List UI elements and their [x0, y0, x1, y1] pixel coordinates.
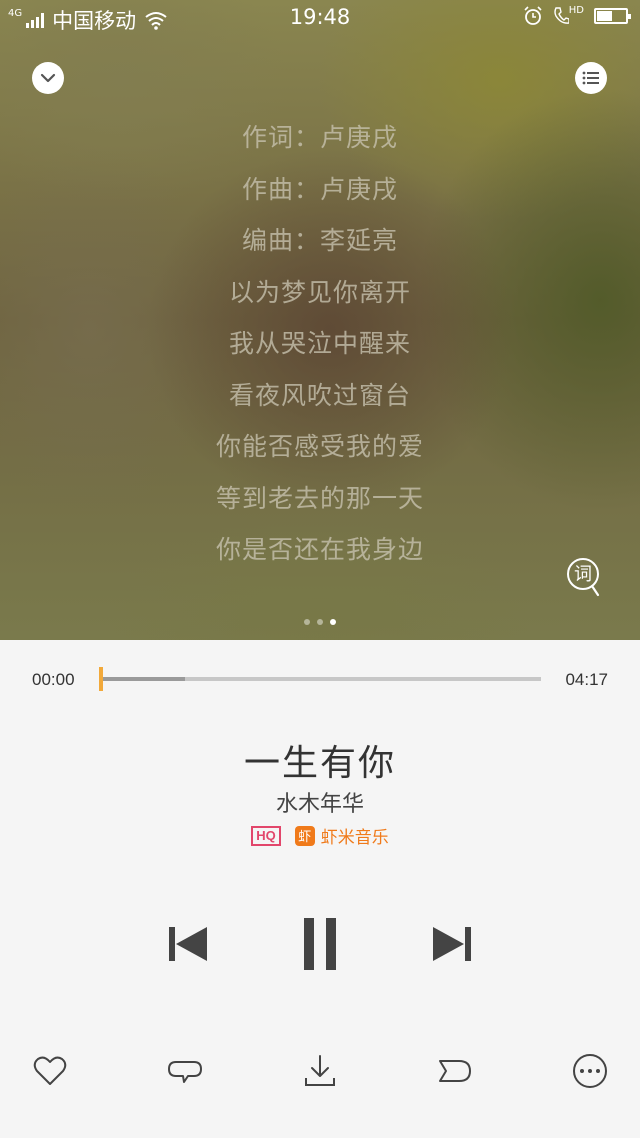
source-name: 虾米音乐 [320, 828, 389, 848]
skip-previous-icon [169, 927, 207, 961]
lyric-mode-label: 词 [574, 564, 592, 585]
album-art-background: 4G 中国移动 19:48 HD 作词：卢庚戌 作曲：卢庚戌 编曲：李延亮 以为… [0, 0, 640, 640]
total-time: 04:17 [565, 670, 608, 689]
skip-next-icon [433, 927, 471, 961]
share-button[interactable] [435, 1051, 475, 1091]
xiami-logo-icon: 虾 [294, 825, 315, 846]
download-button[interactable] [300, 1051, 340, 1091]
battery-level [597, 11, 612, 21]
battery-icon [594, 8, 631, 24]
status-bar: 4G 中国移动 19:48 HD [0, 0, 640, 36]
download-icon [305, 1055, 335, 1086]
lyric-line: 作曲：卢庚戌 [241, 174, 398, 204]
lyric-line: 作词：卢庚戌 [241, 123, 398, 152]
hd-label: HD [568, 5, 584, 16]
hd-call-icon: HD [553, 6, 584, 26]
lyric-line: 你是否还在我身边 [215, 535, 424, 564]
status-right: HD [523, 6, 631, 26]
pause-icon [304, 918, 336, 970]
song-title: 一生有你 [243, 743, 396, 784]
player-panel: 00:00 04:17 一生有你 水木年华 HQ 虾 虾米音乐 [0, 640, 640, 1138]
more-button[interactable] [570, 1051, 610, 1091]
page-dot [317, 619, 323, 625]
chevron-down-icon [40, 73, 56, 83]
lyric-line: 你能否感受我的爱 [215, 432, 424, 461]
page-dot [304, 619, 310, 625]
more-icon [573, 1054, 607, 1088]
collapse-button[interactable] [32, 62, 64, 94]
lyric-line: 等到老去的那一天 [215, 483, 424, 513]
alarm-icon [524, 6, 542, 25]
song-artist[interactable]: 水木年华 [0, 786, 640, 818]
loop-icon [168, 1061, 202, 1083]
lyric-line: 我从哭泣中醒来 [228, 329, 411, 358]
pause-button[interactable] [292, 914, 348, 974]
source-link[interactable]: 虾 虾米音乐 [294, 823, 389, 848]
lyric-line: 编曲：李延亮 [241, 226, 398, 255]
lyrics-panel[interactable]: 作词：卢庚戌 作曲：卢庚戌 编曲：李延亮 以为梦见你离开 我从哭泣中醒来 看夜风… [0, 116, 640, 580]
source-row: HQ 虾 虾米音乐 [0, 823, 640, 848]
lyric-line: 以为梦见你离开 [228, 277, 411, 307]
hq-badge: HQ [251, 825, 281, 846]
playlist-button[interactable] [575, 62, 607, 94]
favorite-button[interactable] [30, 1051, 70, 1091]
lyric-mode-button[interactable]: 词 [566, 557, 602, 597]
progress-thumb[interactable] [99, 667, 103, 691]
heart-icon [33, 1056, 67, 1085]
next-button[interactable] [424, 916, 480, 972]
share-icon [439, 1060, 471, 1082]
page-dot [330, 619, 336, 625]
previous-button[interactable] [160, 916, 216, 972]
page-indicator [0, 619, 640, 625]
repeat-mode-button[interactable] [165, 1051, 205, 1091]
list-icon [582, 71, 599, 85]
progress-bar[interactable] [99, 667, 541, 691]
lyric-line: 看夜风吹过窗台 [228, 380, 411, 410]
current-time: 00:00 [32, 670, 75, 689]
progress-buffered [101, 677, 185, 681]
